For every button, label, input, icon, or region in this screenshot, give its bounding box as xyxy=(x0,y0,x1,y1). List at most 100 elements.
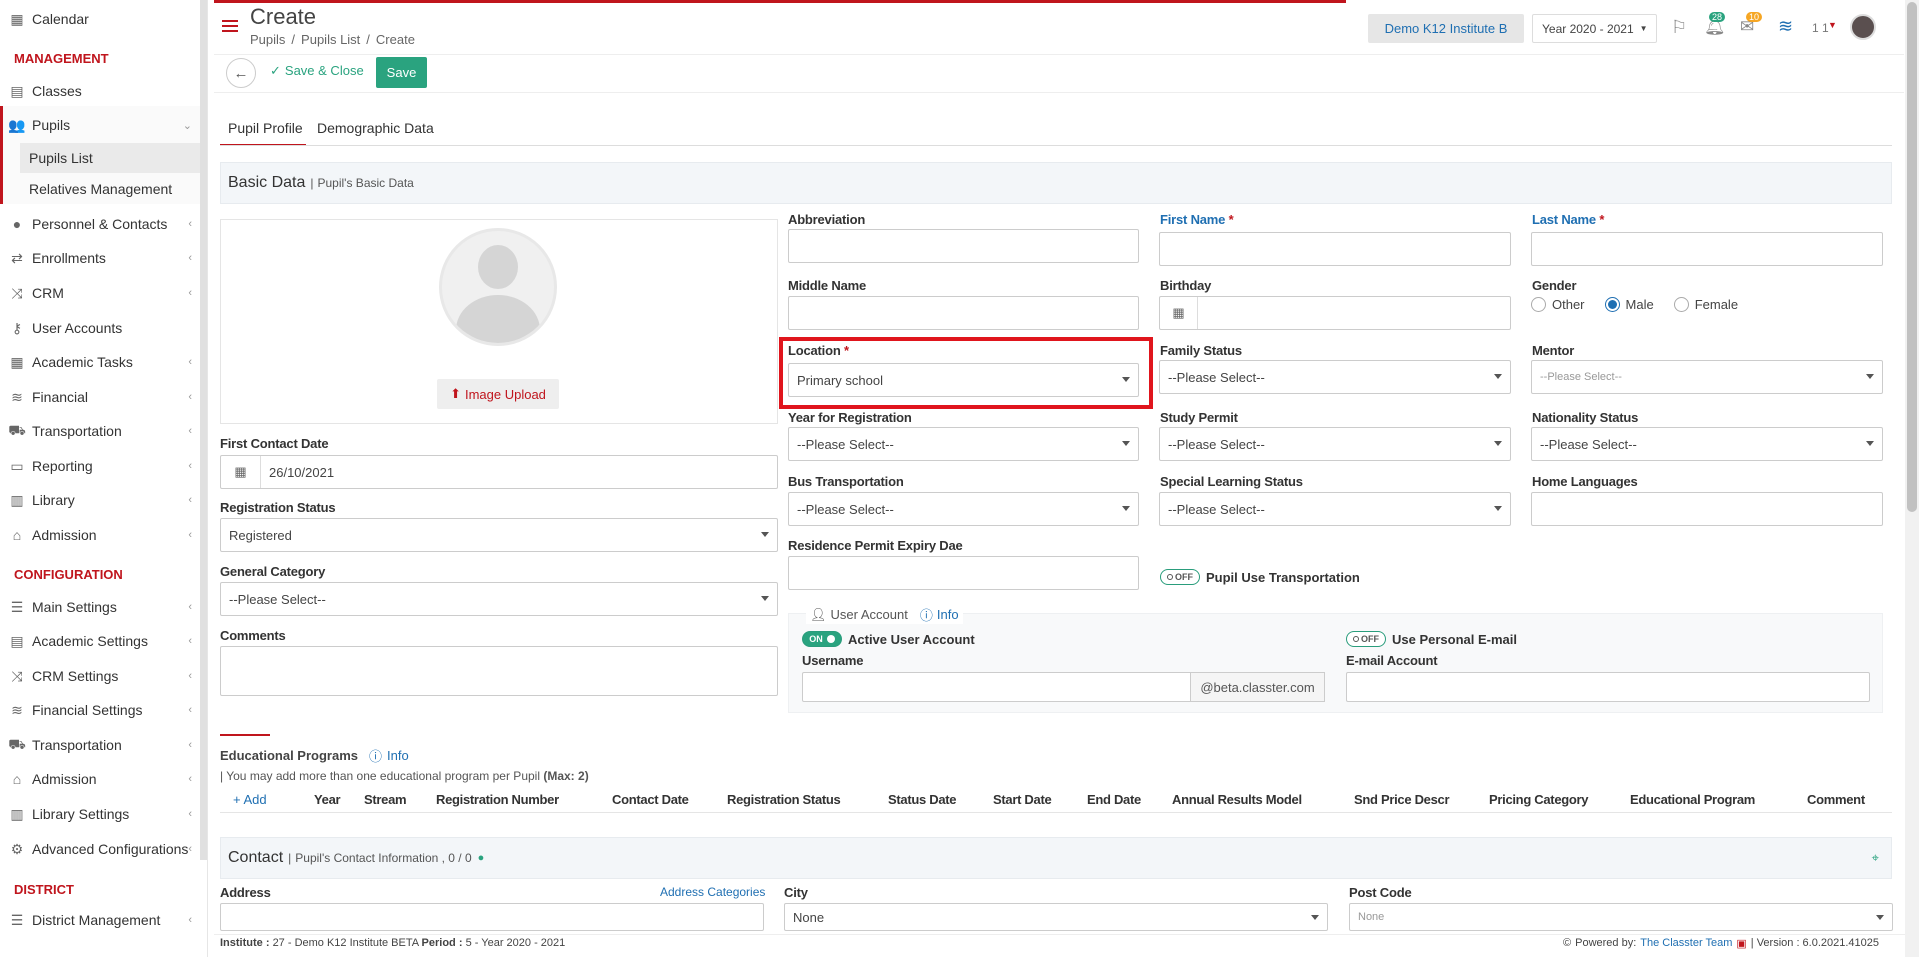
programs-note: | You may add more than one educational … xyxy=(220,769,589,783)
institute-selector[interactable]: Demo K12 Institute B xyxy=(1368,14,1524,43)
personal-email-toggle[interactable]: OFF xyxy=(1346,631,1386,647)
mentor-select[interactable]: --Please Select-- xyxy=(1531,360,1883,394)
map-pin-icon[interactable]: ● xyxy=(478,852,485,864)
family-status-select[interactable]: --Please Select-- xyxy=(1159,360,1511,394)
tab-pupil-profile[interactable]: Pupil Profile xyxy=(228,120,303,136)
contact-subtitle: Pupil's Contact Information , 0 / 0 xyxy=(295,851,472,865)
general-category-select[interactable]: --Please Select-- xyxy=(220,582,778,616)
col-snd-price-descr[interactable]: Snd Price Descr xyxy=(1354,792,1450,807)
residence-permit-input[interactable] xyxy=(788,556,1139,590)
sidebar-item-financial[interactable]: ≋ Financial ‹ xyxy=(0,381,200,413)
sidebar-item-crm[interactable]: ⤨ CRM ‹ xyxy=(0,277,200,309)
col-end-date[interactable]: End Date xyxy=(1087,792,1141,807)
abbreviation-input[interactable] xyxy=(788,229,1139,263)
col-status-date[interactable]: Status Date xyxy=(888,792,957,807)
address-input[interactable] xyxy=(220,903,764,931)
programs-info-link[interactable]: Info xyxy=(387,748,409,763)
sidebar-item-financial-settings[interactable]: ≋ Financial Settings ‹ xyxy=(0,694,200,726)
first-name-input[interactable] xyxy=(1159,232,1511,266)
avatar[interactable] xyxy=(1850,14,1876,40)
layers-icon[interactable]: ≋ xyxy=(1778,16,1793,37)
sidebar-item-academic-settings[interactable]: ▤ Academic Settings ‹ xyxy=(0,625,200,657)
col-year[interactable]: Year xyxy=(314,792,341,807)
address-categories-link[interactable]: Address Categories xyxy=(660,885,765,899)
gender-other-radio[interactable] xyxy=(1531,297,1546,312)
study-permit-select[interactable]: --Please Select-- xyxy=(1159,427,1511,461)
breadcrumb-pupils-list[interactable]: Pupils List xyxy=(301,32,360,47)
add-program-button[interactable]: + Add xyxy=(233,792,267,807)
pupil-transport-toggle[interactable]: OFF xyxy=(1160,569,1200,585)
breadcrumb-pupils[interactable]: Pupils xyxy=(250,32,285,47)
sidebar-scrollbar[interactable] xyxy=(200,0,207,860)
user-account-info-link[interactable]: Info xyxy=(937,607,959,622)
first-contact-date-field[interactable]: ▦ 26/10/2021 xyxy=(220,455,778,489)
sidebar-item-academic-tasks[interactable]: ▦ Academic Tasks ‹ xyxy=(0,346,200,378)
sidebar-item-library-settings[interactable]: ▥ Library Settings ‹ xyxy=(0,798,200,830)
sidebar-item-user-accounts[interactable]: ⚷ User Accounts xyxy=(0,312,200,344)
map-marker-icon[interactable]: ⌖ xyxy=(1872,850,1879,866)
sidebar-item-personnel[interactable]: ● Personnel & Contacts ‹ xyxy=(0,208,200,240)
tab-demographic-data[interactable]: Demographic Data xyxy=(317,120,434,136)
col-educational-program[interactable]: Educational Program xyxy=(1630,792,1755,807)
classter-team-link[interactable]: The Classter Team xyxy=(1640,937,1732,950)
page-scrollbar[interactable] xyxy=(1905,0,1919,957)
sidebar-item-pupils[interactable]: 👥 Pupils ⌄ xyxy=(0,109,200,141)
sidebar-item-relatives[interactable]: Relatives Management xyxy=(20,174,200,204)
sidebar-item-pupils-list[interactable]: Pupils List xyxy=(20,143,200,173)
city-select[interactable]: None xyxy=(784,903,1328,931)
sidebar-item-admission-settings[interactable]: ⌂ Admission ‹ xyxy=(0,763,200,795)
email-account-input[interactable] xyxy=(1346,672,1870,702)
sidebar-item-enrollments[interactable]: ⇄ Enrollments ‹ xyxy=(0,242,200,274)
year-selector[interactable]: Year 2020 - 2021 ▼ xyxy=(1532,14,1657,43)
gender-female-radio[interactable] xyxy=(1673,297,1689,312)
save-close-button[interactable]: ✓ Save & Close xyxy=(270,63,364,79)
sidebar-item-library[interactable]: ▥ Library ‹ xyxy=(0,484,200,516)
sidebar-item-admission[interactable]: ⌂ Admission ‹ xyxy=(0,519,200,551)
col-stream[interactable]: Stream xyxy=(364,792,407,807)
active-account-toggle[interactable]: ON xyxy=(802,631,842,647)
flag-icon[interactable]: ⚐ xyxy=(1671,17,1687,38)
location-select[interactable]: Primary school xyxy=(788,363,1139,397)
gender-male-radio[interactable] xyxy=(1604,297,1620,312)
check-icon: ✓ xyxy=(270,63,281,78)
col-pricing-category[interactable]: Pricing Category xyxy=(1489,792,1589,807)
sidebar-item-district-management[interactable]: ☰ District Management ‹ xyxy=(0,904,200,936)
info-icon[interactable]: ⓘ xyxy=(369,746,382,765)
image-upload-button[interactable]: ⬆ Image Upload xyxy=(437,379,559,409)
sidebar-item-transportation-settings[interactable]: ⛟ Transportation ‹ xyxy=(0,729,200,761)
year-registration-select[interactable]: --Please Select-- xyxy=(788,427,1139,461)
registration-status-select[interactable]: Registered xyxy=(220,518,778,552)
mail-badge: 10 xyxy=(1746,12,1763,22)
sidebar-item-classes[interactable]: ▤ Classes xyxy=(0,75,200,107)
info-icon[interactable]: ⓘ xyxy=(920,605,933,624)
col-registration-status[interactable]: Registration Status xyxy=(727,792,841,807)
home-languages-input[interactable] xyxy=(1531,492,1883,526)
col-start-date[interactable]: Start Date xyxy=(993,792,1052,807)
caret-down-icon[interactable]: ▼ xyxy=(1828,20,1837,30)
save-button[interactable]: Save xyxy=(376,57,427,88)
chevron-left-icon: ‹ xyxy=(188,739,192,751)
col-contact-date[interactable]: Contact Date xyxy=(612,792,689,807)
sidebar-item-reporting[interactable]: ▭ Reporting ‹ xyxy=(0,450,200,482)
sidebar-item-main-settings[interactable]: ☰ Main Settings ‹ xyxy=(0,591,200,623)
menu-toggle-icon[interactable] xyxy=(222,20,238,34)
special-learning-select[interactable]: --Please Select-- xyxy=(1159,492,1511,526)
chevron-left-icon: ‹ xyxy=(188,529,192,541)
col-annual-results-model[interactable]: Annual Results Model xyxy=(1172,792,1302,807)
sidebar-item-transportation[interactable]: ⛟ Transportation ‹ xyxy=(0,415,200,447)
bus-transportation-select[interactable]: --Please Select-- xyxy=(788,492,1139,526)
col-registration-number[interactable]: Registration Number xyxy=(436,792,559,807)
last-name-input[interactable] xyxy=(1531,232,1883,266)
comments-textarea[interactable] xyxy=(220,646,778,696)
sidebar-item-calendar[interactable]: ▦ Calendar xyxy=(0,3,200,35)
middle-name-input[interactable] xyxy=(788,296,1139,330)
nationality-status-select[interactable]: --Please Select-- xyxy=(1531,427,1883,461)
col-comment[interactable]: Comment xyxy=(1807,792,1865,807)
post-code-select[interactable]: None xyxy=(1349,903,1893,931)
sidebar-item-crm-settings[interactable]: ⤨ CRM Settings ‹ xyxy=(0,660,200,692)
classes-icon: ▤ xyxy=(10,632,24,649)
birthday-field[interactable]: ▦ xyxy=(1159,296,1511,330)
sidebar-item-advanced-config[interactable]: ⚙ Advanced Configurations ‹ xyxy=(0,833,200,865)
back-button[interactable]: ← xyxy=(226,58,256,88)
chevron-left-icon: ‹ xyxy=(188,252,192,264)
